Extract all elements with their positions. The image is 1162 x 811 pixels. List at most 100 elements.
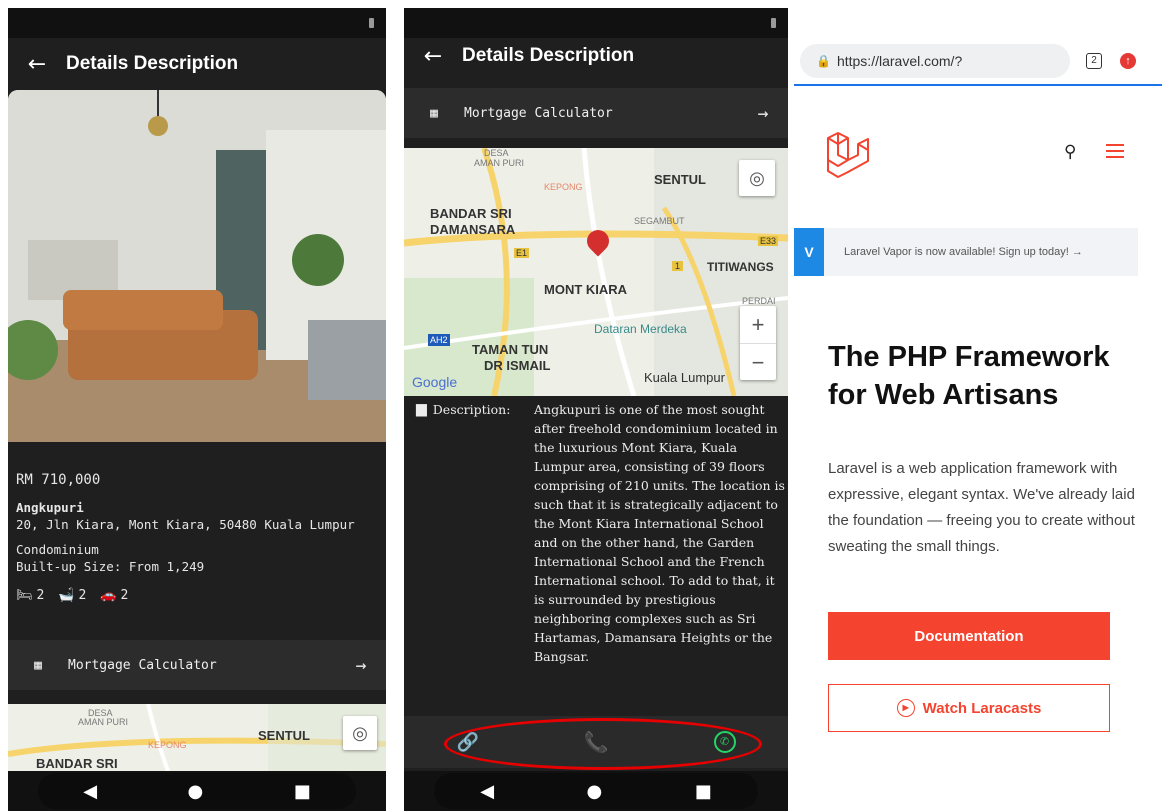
map-preview[interactable]: DESA AMAN PURI KEPONG SENTUL BANDAR SRI … bbox=[8, 704, 386, 771]
living-room-image bbox=[8, 90, 386, 442]
documentation-button[interactable]: Documentation bbox=[828, 612, 1110, 660]
bathtub-icon: 🛁 bbox=[58, 588, 75, 603]
my-location-button[interactable]: ◎ bbox=[739, 160, 775, 196]
bedroom-count: 2 bbox=[36, 588, 45, 603]
description-text: Angkupuri is one of the most sought afte… bbox=[534, 402, 785, 664]
map-label-bandar: BANDAR SRI bbox=[430, 206, 512, 221]
description-section: ▆ Description: Angkupuri is one of the m… bbox=[404, 400, 788, 666]
vapor-banner-text: Laravel Vapor is now available! Sign up … bbox=[844, 246, 1083, 258]
amenities-row: 🛏 2 🛁 2 🚗 2 bbox=[16, 588, 378, 603]
phone-panel-1: ← Details Description RM 710,000 Angkupu… bbox=[8, 8, 386, 811]
map-label-road1: 1 bbox=[672, 261, 684, 271]
map-label-titiwangsa: TITIWANGS bbox=[707, 260, 774, 274]
update-icon[interactable]: ↑ bbox=[1120, 53, 1136, 69]
map-label-e33: E33 bbox=[758, 236, 779, 246]
nav-back-icon[interactable]: ◀ bbox=[83, 781, 97, 802]
lock-icon: 🔒 bbox=[816, 54, 831, 68]
zoom-in-button[interactable]: + bbox=[740, 306, 776, 343]
parking: 🚗 2 bbox=[100, 588, 128, 603]
map-label-montkiara: MONT KIARA bbox=[544, 282, 628, 297]
nav-back-icon[interactable]: ◀ bbox=[480, 781, 494, 802]
nav-home-icon[interactable]: ● bbox=[188, 781, 204, 802]
battery-icon bbox=[771, 18, 776, 28]
map-label-sentul: SENTUL bbox=[654, 172, 706, 187]
watch-laracasts-label: Watch Laracasts bbox=[922, 699, 1042, 717]
calculator-icon: ▦ bbox=[430, 105, 438, 121]
nav-recents-icon[interactable]: ■ bbox=[695, 781, 712, 802]
calculator-icon: ▦ bbox=[34, 657, 42, 673]
bedrooms: 🛏 2 bbox=[16, 588, 44, 603]
my-location-button[interactable]: ◎ bbox=[343, 716, 377, 750]
built-up-size: Built-up Size: From 1,249 bbox=[16, 559, 205, 574]
browser-toolbar: 🔒 https://laravel.com/? 2 ↑ bbox=[794, 38, 1162, 86]
map-label-segambut: SEGAMBUT bbox=[634, 216, 685, 226]
nav-recents-icon[interactable]: ■ bbox=[294, 781, 311, 802]
arrow-right-icon: → bbox=[757, 102, 769, 124]
battery-icon bbox=[369, 18, 374, 28]
bed-icon: 🛏 bbox=[16, 588, 33, 603]
price: RM 710,000 bbox=[16, 472, 101, 488]
map-label-ah2: AH2 bbox=[428, 334, 450, 346]
bathrooms: 🛁 2 bbox=[58, 588, 86, 603]
map-label-bandar: BANDAR SRI bbox=[36, 756, 118, 771]
page-title: Details Description bbox=[66, 53, 239, 74]
hero-lead: Laravel is a web application framework w… bbox=[828, 460, 1135, 555]
map-label-perdana: PERDAI bbox=[742, 296, 776, 306]
map-label-amanpuri: AMAN PURI bbox=[474, 158, 525, 168]
property-name: Angkupuri bbox=[16, 500, 84, 515]
system-nav-bar: ◀ ● ■ bbox=[404, 771, 788, 811]
vapor-banner[interactable]: V Laravel Vapor is now available! Sign u… bbox=[794, 228, 1138, 276]
zoom-out-button[interactable]: − bbox=[740, 343, 776, 381]
map-label-kepong: KEPONG bbox=[544, 182, 583, 192]
back-arrow-icon[interactable]: ← bbox=[8, 52, 66, 77]
map-label-kepong: KEPONG bbox=[148, 740, 187, 750]
map-label-taman: TAMAN TUN bbox=[472, 342, 549, 357]
google-logo: Google bbox=[412, 374, 458, 390]
bathroom-count: 2 bbox=[78, 588, 87, 603]
vapor-logo-icon: V bbox=[794, 228, 824, 276]
map-label-sentul: SENTUL bbox=[258, 728, 310, 743]
property-address: 20, Jln Kiara, Mont Kiara, 50480 Kuala L… bbox=[16, 517, 355, 532]
description-label: Description: bbox=[432, 402, 511, 417]
watch-laracasts-button[interactable]: ▶ Watch Laracasts bbox=[828, 684, 1110, 732]
highlight-ellipse bbox=[444, 718, 762, 770]
document-icon: ▆ bbox=[416, 401, 427, 417]
page-title: Details Description bbox=[462, 45, 635, 66]
hero-heading: The PHP Framework for Web Artisans bbox=[828, 341, 1110, 411]
mortgage-calculator-row[interactable]: ▦ Mortgage Calculator → bbox=[8, 640, 386, 690]
property-type: Condominium bbox=[16, 542, 99, 557]
property-photo bbox=[8, 90, 386, 442]
phone-panel-2: ← Details Description ▦ Mortgage Calcula… bbox=[404, 8, 788, 811]
address-bar[interactable]: 🔒 https://laravel.com/? bbox=[800, 44, 1070, 78]
status-bar bbox=[404, 8, 788, 38]
map-label-desa: DESA bbox=[484, 148, 509, 158]
mortgage-label: Mortgage Calculator bbox=[68, 657, 217, 673]
map-label-damansara: DAMANSARA bbox=[430, 222, 516, 237]
zoom-controls: + − bbox=[740, 306, 776, 380]
parking-count: 2 bbox=[120, 588, 129, 603]
hamburger-menu-icon[interactable] bbox=[1106, 144, 1124, 158]
system-nav-bar: ◀ ● ■ bbox=[8, 771, 386, 811]
arrow-right-icon: → bbox=[355, 654, 367, 676]
back-arrow-icon[interactable]: ← bbox=[404, 44, 462, 69]
status-bar bbox=[8, 8, 386, 38]
map-label-kl: Kuala Lumpur bbox=[644, 370, 725, 385]
map-label-dataran: Dataran Merdeka bbox=[594, 322, 687, 336]
play-icon: ▶ bbox=[896, 699, 915, 717]
browser-panel: 🔒 https://laravel.com/? 2 ↑ ⚲ V Laravel … bbox=[794, 38, 1162, 811]
map-label-amanpuri: AMAN PURI bbox=[78, 717, 129, 727]
mortgage-label: Mortgage Calculator bbox=[464, 105, 613, 121]
tab-switcher-button[interactable]: 2 bbox=[1086, 53, 1102, 69]
mortgage-calculator-row[interactable]: ▦ Mortgage Calculator → bbox=[404, 88, 788, 138]
search-icon[interactable]: ⚲ bbox=[1064, 142, 1076, 162]
app-bar: ← Details Description bbox=[8, 38, 386, 90]
map-label-drismail: DR ISMAIL bbox=[484, 358, 551, 373]
nav-home-icon[interactable]: ● bbox=[587, 781, 603, 802]
laravel-logo-icon bbox=[827, 132, 869, 178]
url-text: https://laravel.com/? bbox=[836, 53, 963, 69]
location-map[interactable]: DESA AMAN PURI KEPONG SENTUL BANDAR SRI … bbox=[404, 148, 788, 396]
car-icon: 🚗 bbox=[100, 588, 117, 603]
map-label-e1: E1 bbox=[514, 248, 530, 258]
description-key: ▆ Description: bbox=[404, 400, 534, 666]
property-info: RM 710,000 Angkupuri 20, Jln Kiara, Mont… bbox=[8, 460, 386, 603]
